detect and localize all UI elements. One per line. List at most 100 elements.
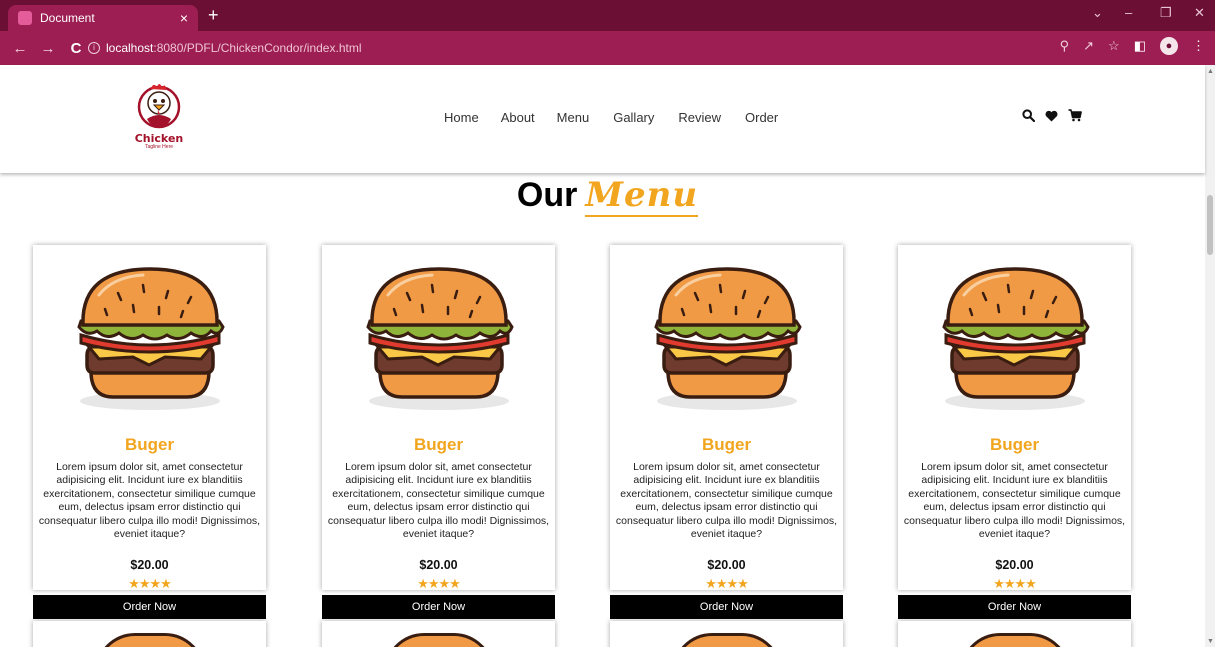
menu-card-description: Lorem ipsum dolor sit, amet consectetur … [903,461,1126,541]
burger-image [366,267,514,410]
heart-icon[interactable] [1045,110,1058,122]
nav-menu[interactable]: Menu [557,110,590,125]
search-icon[interactable] [1022,109,1035,122]
tab-title: Document [40,11,95,25]
menu-card-price: $20.00 [130,558,169,572]
favicon-icon [18,11,32,25]
star-icon: ★ [138,576,151,591]
menu-card-description: Lorem ipsum dolor sit, amet consectetur … [615,461,838,541]
menu-card-next-row [33,621,266,647]
burger-image [77,267,225,410]
menu-card-price: $20.00 [995,558,1034,572]
side-panel-icon[interactable]: ◧ [1134,38,1146,54]
burger-image [95,633,205,647]
menu-card-next-row [610,621,843,647]
cart-icon[interactable] [1068,109,1082,122]
url-host: localhost [106,41,154,55]
zoom-icon[interactable]: ⚲ [1060,38,1070,54]
header-icons [1022,109,1082,122]
menu-card-title: Buger [701,435,752,454]
menu-card-title: Buger [989,435,1040,454]
main-nav: Home About Menu Gallary Review Order [444,110,778,125]
profile-avatar-icon[interactable]: ● [1160,37,1178,55]
menu-card-next-row [322,621,555,647]
star-icon: ★ [417,576,429,591]
star-icon: ★ [160,576,172,591]
toolbar-icons: ⚲ ↗ ☆ ◧ ● ⋮ [1060,37,1205,55]
section-title-accent: Menu [585,175,699,217]
menu-card: Buger Lorem ipsum dolor sit, amet consect… [898,245,1131,590]
menu-card-price: $20.00 [707,558,746,572]
close-window-icon[interactable]: ✕ [1194,6,1205,20]
scroll-down-icon[interactable]: ▼ [1207,638,1214,645]
menu-card: Buger Lorem ipsum dolor sit, amet consect… [610,245,843,590]
nav-order[interactable]: Order [745,110,778,125]
site-header: Chicken Tagline Here Home About Menu Gal… [0,65,1205,173]
order-now-button[interactable]: Order Now [898,595,1131,619]
restore-icon[interactable]: ❐ [1160,6,1172,20]
menu-card: Buger Lorem ipsum dolor sit, amet consect… [322,245,555,590]
address-bar[interactable]: i localhost:8080/PDFL/ChickenCondor/inde… [88,36,1048,60]
menu-card-next-row [898,621,1131,647]
tab-close-icon[interactable]: × [180,11,188,25]
page-scrollbar[interactable]: ▲ ▼ [1205,65,1215,647]
bookmark-star-icon[interactable]: ☆ [1108,38,1120,54]
star-icon: ★ [737,576,749,591]
share-icon[interactable]: ↗ [1083,38,1094,54]
logo[interactable]: Chicken Tagline Here [131,81,187,159]
forward-icon[interactable]: → [40,40,56,57]
star-rating: ★★★★ [33,577,266,590]
burger-image [672,633,782,647]
star-icon: ★ [1003,576,1016,591]
chicken-logo-icon [137,84,181,129]
logo-name: Chicken [134,132,184,145]
star-icon: ★ [705,576,717,591]
star-icon: ★ [427,576,440,591]
order-now-button[interactable]: Order Now [322,595,555,619]
star-icon: ★ [1014,576,1027,591]
browser-tab-strip: Document × + ⌄ – ❐ ✕ [0,0,1215,31]
section-title: Our Menu [0,175,1205,217]
nav-about[interactable]: About [501,110,535,125]
order-now-button[interactable]: Order Now [33,595,266,619]
menu-card-price: $20.00 [419,558,458,572]
new-tab-button[interactable]: + [208,6,219,24]
menu-kebab-icon[interactable]: ⋮ [1192,38,1205,54]
menu-card: Buger Lorem ipsum dolor sit, amet consect… [33,245,266,590]
order-now-button[interactable]: Order Now [610,595,843,619]
star-icon: ★ [726,576,739,591]
burger-image [942,267,1090,410]
menu-section: Our Menu Buger Lorem ipsum dolor sit, amet… [0,173,1205,647]
menu-card-description: Lorem ipsum dolor sit, amet consectetur … [327,461,550,541]
minimize-icon[interactable]: – [1125,6,1132,20]
star-icon: ★ [149,576,162,591]
site-info-icon[interactable]: i [88,42,100,54]
browser-tab[interactable]: Document × [8,5,198,31]
burger-image [960,633,1070,647]
burger-image [654,267,802,410]
burger-image [384,633,494,647]
star-icon: ★ [449,576,461,591]
reload-icon[interactable]: C [68,40,84,57]
back-icon[interactable]: ← [12,40,28,57]
star-icon: ★ [715,576,728,591]
section-title-main: Our [516,176,578,214]
scroll-up-icon[interactable]: ▲ [1207,68,1214,75]
logo-tagline: Tagline Here [144,144,174,150]
nav-gallery[interactable]: Gallary [613,110,654,125]
star-rating: ★★★★ [898,577,1131,590]
url-path: :8080/PDFL/ChickenCondor/index.html [153,41,362,55]
star-rating: ★★★★ [610,577,843,590]
menu-card-title: Buger [124,435,175,454]
star-rating: ★★★★ [322,577,555,590]
tab-search-icon[interactable]: ⌄ [1092,6,1103,20]
menu-card-title: Buger [413,435,464,454]
scroll-thumb[interactable] [1207,195,1213,255]
star-icon: ★ [438,576,451,591]
nav-home[interactable]: Home [444,110,479,125]
menu-card-description: Lorem ipsum dolor sit, amet consectetur … [38,461,261,541]
address-toolbar: ← → C i localhost:8080/PDFL/ChickenCondo… [0,31,1215,65]
star-icon: ★ [993,576,1005,591]
star-icon: ★ [1025,576,1037,591]
nav-review[interactable]: Review [678,110,721,125]
